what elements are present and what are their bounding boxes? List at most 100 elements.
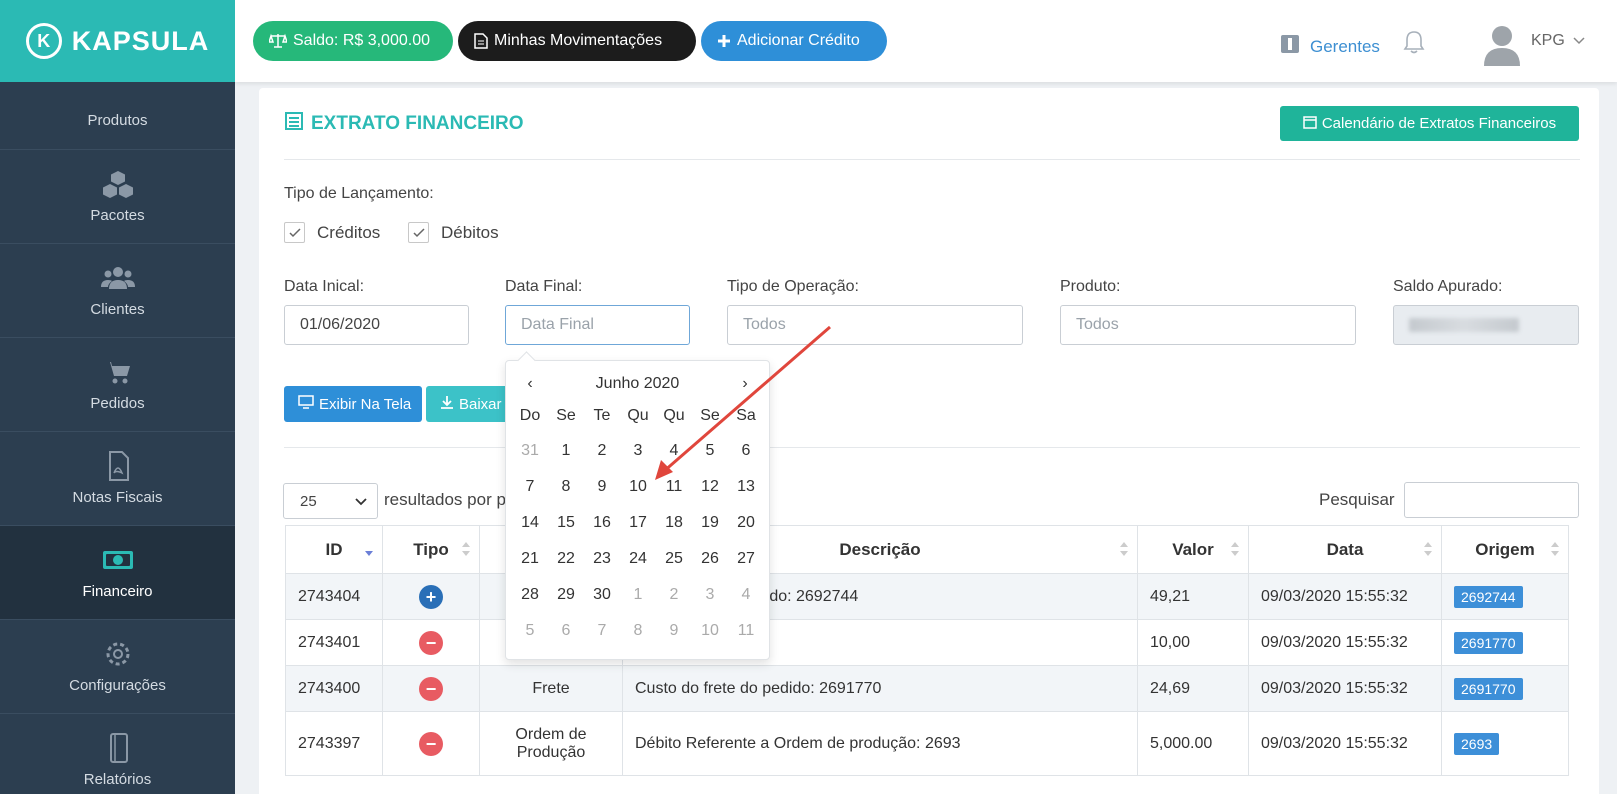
day-cell[interactable]: 27 (728, 541, 764, 577)
debitos-checkbox[interactable]: Débitos (408, 222, 499, 243)
day-cell[interactable]: 31 (512, 433, 548, 469)
day-cell[interactable]: 20 (728, 505, 764, 541)
day-cell[interactable]: 24 (620, 541, 656, 577)
day-cell[interactable]: 11 (656, 469, 692, 505)
origem-badge[interactable]: 2691770 (1454, 631, 1523, 654)
weekday-header: Se (556, 407, 576, 424)
day-cell[interactable]: 26 (692, 541, 728, 577)
day-cell[interactable]: 3 (692, 577, 728, 613)
sidebar-item-relatorios[interactable]: Relatórios (0, 714, 235, 794)
cell-tipo: + (382, 573, 480, 620)
plus-icon (717, 34, 731, 48)
day-cell[interactable]: 19 (692, 505, 728, 541)
day-cell[interactable]: 13 (728, 469, 764, 505)
origem-badge[interactable]: 2692744 (1454, 585, 1523, 608)
sidebar-item-notas-fiscais[interactable]: Notas Fiscais (0, 432, 235, 526)
column-header-valor[interactable]: Valor (1137, 525, 1249, 574)
day-cell[interactable]: 5 (692, 433, 728, 469)
sidebar-item-pacotes[interactable]: Pacotes (0, 150, 235, 244)
day-cell[interactable]: 4 (656, 433, 692, 469)
day-cell[interactable]: 11 (728, 613, 764, 649)
gerentes-link[interactable]: Gerentes (1280, 34, 1380, 59)
day-cell[interactable]: 10 (620, 469, 656, 505)
column-header-data[interactable]: Data (1248, 525, 1442, 574)
day-cell[interactable]: 2 (584, 433, 620, 469)
column-header-origem[interactable]: Origem (1441, 525, 1569, 574)
day-cell[interactable]: 6 (548, 613, 584, 649)
sort-icon (461, 541, 471, 557)
exibir-na-tela-button[interactable]: Exibir Na Tela (284, 386, 422, 422)
sidebar: Produtos Pacotes Clientes Pedidos Notas … (0, 0, 235, 794)
day-cell[interactable]: 30 (584, 577, 620, 613)
column-header-id[interactable]: ID (285, 525, 383, 574)
day-cell[interactable]: 17 (620, 505, 656, 541)
per-page-select[interactable]: 25 (283, 483, 378, 519)
table-row[interactable]: 2743400 − Frete Custo do frete do pedido… (285, 665, 1569, 712)
user-menu[interactable]: KPG (1531, 32, 1585, 50)
movimentacoes-button[interactable]: Minhas Movimentações (458, 21, 696, 61)
origem-badge[interactable]: 2691770 (1454, 677, 1523, 700)
creditos-checkbox[interactable]: Créditos (284, 222, 380, 243)
day-cell[interactable]: 12 (692, 469, 728, 505)
cell-id: 2743397 (285, 711, 383, 776)
origem-badge[interactable]: 2693 (1454, 732, 1500, 755)
datepicker-prev-button[interactable]: ‹ (512, 375, 548, 393)
datepicker-next-button[interactable]: › (727, 375, 763, 393)
data-inicial-input[interactable]: 01/06/2020 (284, 305, 469, 345)
tipo-operacao-select[interactable]: Todos (727, 305, 1023, 345)
cell-origem: 2693 (1441, 711, 1569, 776)
day-cell[interactable]: 14 (512, 505, 548, 541)
table-row[interactable]: 2743397 − Ordem de Produção Débito Refer… (285, 711, 1569, 776)
day-cell[interactable]: 1 (620, 577, 656, 613)
sidebar-item-pedidos[interactable]: Pedidos (0, 338, 235, 432)
day-cell[interactable]: 5 (512, 613, 548, 649)
saldo-label: Saldo: R$ 3,000.00 (293, 32, 430, 49)
day-cell[interactable]: 7 (512, 469, 548, 505)
day-cell[interactable]: 9 (656, 613, 692, 649)
day-cell[interactable]: 28 (512, 577, 548, 613)
sort-desc-icon (364, 541, 374, 557)
calendario-button[interactable]: Calendário de Extratos Financeiros (1280, 106, 1579, 141)
baixar-button[interactable]: Baixar E (426, 386, 511, 422)
datepicker-month[interactable]: Junho 2020 (596, 375, 680, 393)
sidebar-item-configuracoes[interactable]: Configurações (0, 620, 235, 714)
download-icon (440, 395, 454, 413)
day-cell[interactable]: 2 (656, 577, 692, 613)
day-cell[interactable]: 1 (548, 433, 584, 469)
day-cell[interactable]: 8 (548, 469, 584, 505)
day-cell[interactable]: 9 (584, 469, 620, 505)
table-row[interactable]: 2743404 + o referente ao pedido: 2692744… (285, 573, 1569, 620)
balance-scale-icon (269, 33, 287, 49)
day-cell[interactable]: 21 (512, 541, 548, 577)
day-cell[interactable]: 3 (620, 433, 656, 469)
bell-icon[interactable] (1403, 30, 1425, 59)
user-name: KPG (1531, 32, 1565, 49)
search-input[interactable] (1404, 482, 1579, 518)
day-cell[interactable]: 29 (548, 577, 584, 613)
table-row[interactable]: 2743401 − o: 2691770 10,00 09/03/2020 15… (285, 619, 1569, 666)
day-cell[interactable]: 7 (584, 613, 620, 649)
sidebar-item-produtos[interactable]: Produtos (0, 70, 235, 150)
column-header-tipo[interactable]: Tipo (382, 525, 480, 574)
day-cell[interactable]: 18 (656, 505, 692, 541)
data-final-input[interactable]: Data Final (505, 305, 690, 345)
saldo-button[interactable]: Saldo: R$ 3,000.00 (253, 21, 453, 61)
day-cell[interactable]: 6 (728, 433, 764, 469)
produto-select[interactable]: Todos (1060, 305, 1356, 345)
datepicker: ‹ Junho 2020 › Do Se Te Qu Qu Se Sa 31 1 2 3 4 5 6 7 8 9… (505, 360, 770, 660)
avatar[interactable] (1482, 22, 1522, 71)
cell-descricao: Débito Referente a Ordem de produção: 26… (622, 711, 1138, 776)
day-cell[interactable]: 8 (620, 613, 656, 649)
day-cell[interactable]: 10 (692, 613, 728, 649)
sidebar-item-financeiro[interactable]: Financeiro (0, 526, 235, 620)
day-cell[interactable]: 16 (584, 505, 620, 541)
day-cell[interactable]: 23 (584, 541, 620, 577)
day-cell[interactable]: 4 (728, 577, 764, 613)
day-cell[interactable]: 25 (656, 541, 692, 577)
logo[interactable]: K KAPSULA (0, 0, 235, 82)
day-cell[interactable]: 22 (548, 541, 584, 577)
adicionar-credito-button[interactable]: Adicionar Crédito (701, 21, 887, 61)
sidebar-item-clientes[interactable]: Clientes (0, 244, 235, 338)
day-cell[interactable]: 15 (548, 505, 584, 541)
adicionar-label: Adicionar Crédito (737, 32, 860, 49)
